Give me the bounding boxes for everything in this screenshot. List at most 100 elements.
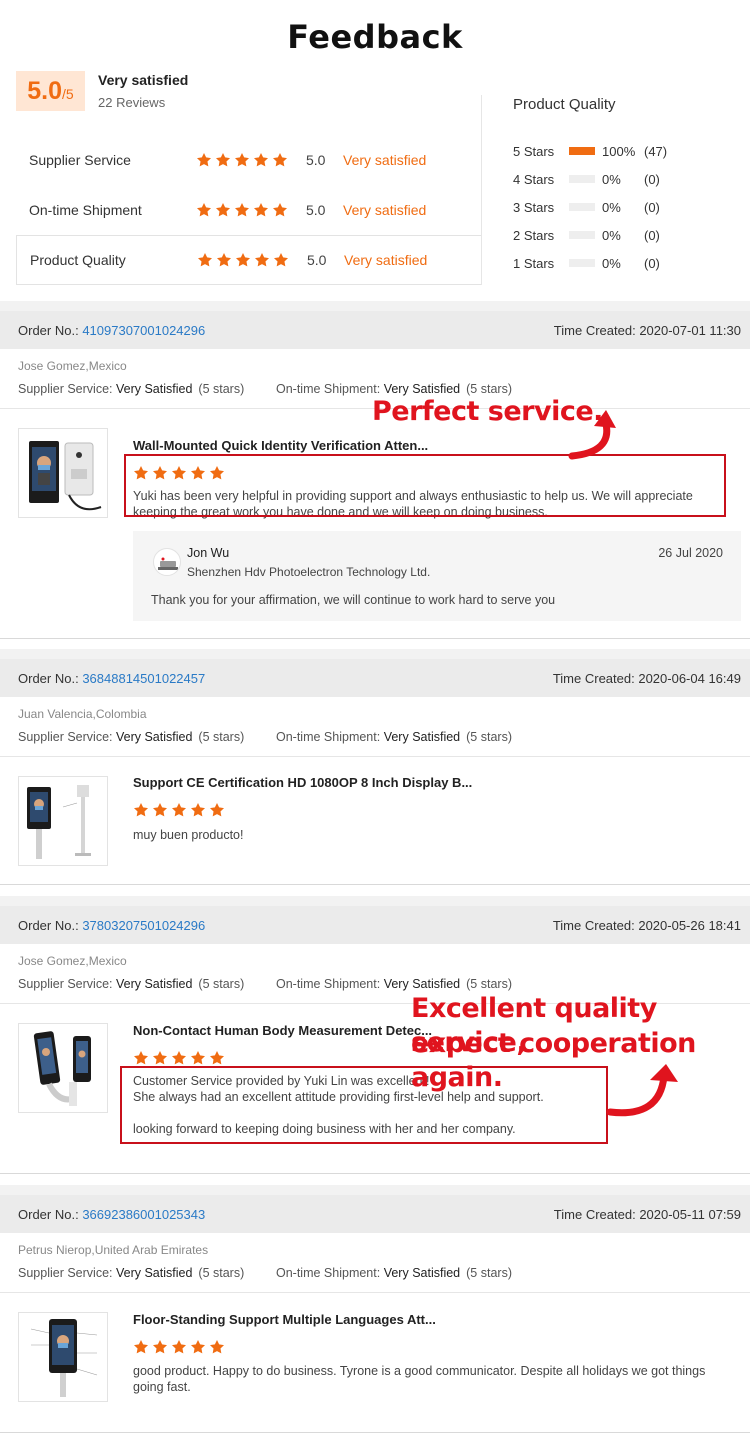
buyer-name: Juan Valencia,Colombia xyxy=(18,707,147,721)
star-rating xyxy=(196,151,306,169)
shipment-rating: Very Satisfied xyxy=(383,730,461,744)
highlight-box xyxy=(124,454,726,517)
ontime-shipment-label: On-time Shipment: xyxy=(276,977,381,991)
star-icon xyxy=(133,802,149,818)
star-rating xyxy=(197,251,307,269)
star-icon xyxy=(216,252,232,268)
order-card: Order No.: 41097307001024296 Time Create… xyxy=(0,301,750,639)
product-thumbnail[interactable] xyxy=(18,1023,108,1113)
quality-count: (0) xyxy=(644,255,660,271)
star-icon xyxy=(209,802,225,818)
quality-count: (0) xyxy=(644,171,660,187)
shipment-stars-count: (5 stars) xyxy=(466,382,512,396)
page-title: Feedback xyxy=(287,18,463,56)
product-thumbnail[interactable] xyxy=(18,776,108,866)
rating-label: Product Quality xyxy=(30,252,126,268)
star-icon xyxy=(209,1339,225,1355)
shipment-stars-count: (5 stars) xyxy=(466,730,512,744)
supplier-service-label: Supplier Service: xyxy=(18,382,113,396)
order-number-link[interactable]: 36848814501022457 xyxy=(82,671,205,686)
quality-count: (0) xyxy=(644,199,660,215)
supplier-rating: Very Satisfied xyxy=(115,977,193,991)
avatar xyxy=(153,548,181,576)
order-number-link[interactable]: 36692386001025343 xyxy=(82,1207,205,1222)
order-no-label: Order No.: xyxy=(18,670,79,686)
quality-percent: 0% xyxy=(602,199,621,215)
order-card: Order No.: 36692386001025343 Time Create… xyxy=(0,1185,750,1433)
star-icon xyxy=(190,1050,206,1066)
review-text: muy buen producto! xyxy=(133,828,244,842)
buyer-name: Jose Gomez,Mexico xyxy=(18,359,127,373)
quality-breakdown-row: 1 Stars 0% (0) xyxy=(513,254,660,272)
shipment-rating: Very Satisfied xyxy=(383,977,461,991)
rating-value: 5.0 xyxy=(307,252,327,268)
rating-text: Very satisfied xyxy=(343,202,427,218)
product-title-link[interactable]: Non-Contact Human Body Measurement Detec… xyxy=(133,1023,432,1038)
star-icon xyxy=(152,1050,168,1066)
time-created-label: Time Created: xyxy=(553,1206,636,1222)
review-stars xyxy=(133,801,228,819)
star-icon xyxy=(152,1339,168,1355)
star-icon xyxy=(133,1050,149,1066)
review-text: good product. Happy to do business. Tyro… xyxy=(133,1364,706,1394)
star-icon xyxy=(190,1339,206,1355)
supplier-stars-count: (5 stars) xyxy=(198,382,245,396)
order-time: 2020-07-01 11:30 xyxy=(639,322,741,338)
product-title-link[interactable]: Wall-Mounted Quick Identity Verification… xyxy=(133,438,428,453)
star-icon xyxy=(215,202,231,218)
supplier-service-label: Supplier Service: xyxy=(18,730,113,744)
star-icon xyxy=(253,202,269,218)
star-icon xyxy=(152,802,168,818)
order-header: Order No.: 41097307001024296 Time Create… xyxy=(0,311,750,349)
rating-row-product-quality[interactable]: Product Quality 5.0 Very satisfied xyxy=(16,235,481,285)
rating-text: Very satisfied xyxy=(343,152,427,168)
ontime-shipment-label: On-time Shipment: xyxy=(276,1266,381,1280)
review: Wall-Mounted Quick Identity Verification… xyxy=(0,409,750,639)
order-time: 2020-05-11 07:59 xyxy=(639,1206,741,1222)
product-title-link[interactable]: Floor-Standing Support Multiple Language… xyxy=(133,1312,436,1327)
quality-bar xyxy=(569,203,595,211)
annotation-excellent-line2: expect cooperation again. xyxy=(411,1028,696,1093)
supplier-service-label: Supplier Service: xyxy=(18,977,113,991)
overall-label: Very satisfied xyxy=(98,72,189,88)
product-thumbnail[interactable] xyxy=(18,1312,108,1402)
order-number-link[interactable]: 37803207501024296 xyxy=(82,918,205,933)
star-icon xyxy=(196,152,212,168)
product-thumbnail[interactable] xyxy=(18,428,108,518)
quality-bar xyxy=(569,147,595,155)
product-title-link[interactable]: Support CE Certification HD 1080OP 8 Inc… xyxy=(133,775,472,790)
quality-percent: 100% xyxy=(602,143,636,159)
supplier-rating: Very Satisfied xyxy=(115,382,193,396)
shipment-stars-count: (5 stars) xyxy=(466,1266,512,1280)
rating-row-supplier-service: Supplier Service 5.0 Very satisfied xyxy=(16,135,481,185)
star-icon xyxy=(171,1050,187,1066)
shipment-rating: Very Satisfied xyxy=(383,382,461,396)
buyer-info: Petrus Nierop,United Arab Emirates Suppl… xyxy=(0,1233,750,1293)
review-count: 22 Reviews xyxy=(98,95,166,110)
order-no-label: Order No.: xyxy=(18,1206,79,1222)
quality-bar xyxy=(569,175,595,183)
quality-percent: 0% xyxy=(602,227,621,243)
order-number-link[interactable]: 41097307001024296 xyxy=(82,323,205,338)
order-no-label: Order No.: xyxy=(18,322,79,338)
star-icon xyxy=(234,202,250,218)
review: Floor-Standing Support Multiple Language… xyxy=(0,1293,750,1433)
star-icon xyxy=(253,152,269,168)
rating-row-ontime-shipment: On-time Shipment 5.0 Very satisfied xyxy=(16,185,481,235)
quality-percent: 0% xyxy=(602,255,621,271)
star-icon xyxy=(133,1339,149,1355)
quality-breakdown-row: 4 Stars 0% (0) xyxy=(513,170,660,188)
buyer-name: Petrus Nierop,United Arab Emirates xyxy=(18,1243,209,1257)
annotation-arrow-icon xyxy=(606,1064,678,1117)
review-stars xyxy=(133,1338,228,1356)
quality-count: (47) xyxy=(644,143,668,159)
star-icon xyxy=(171,802,187,818)
star-rating xyxy=(196,201,306,219)
star-level-label: 5 Stars xyxy=(513,143,555,159)
time-created-label: Time Created: xyxy=(552,670,635,686)
rating-text: Very satisfied xyxy=(344,252,428,268)
quality-percent: 0% xyxy=(602,171,621,187)
supplier-rating: Very Satisfied xyxy=(115,730,193,744)
star-icon xyxy=(215,152,231,168)
reply-author: Jon Wu xyxy=(187,546,230,560)
